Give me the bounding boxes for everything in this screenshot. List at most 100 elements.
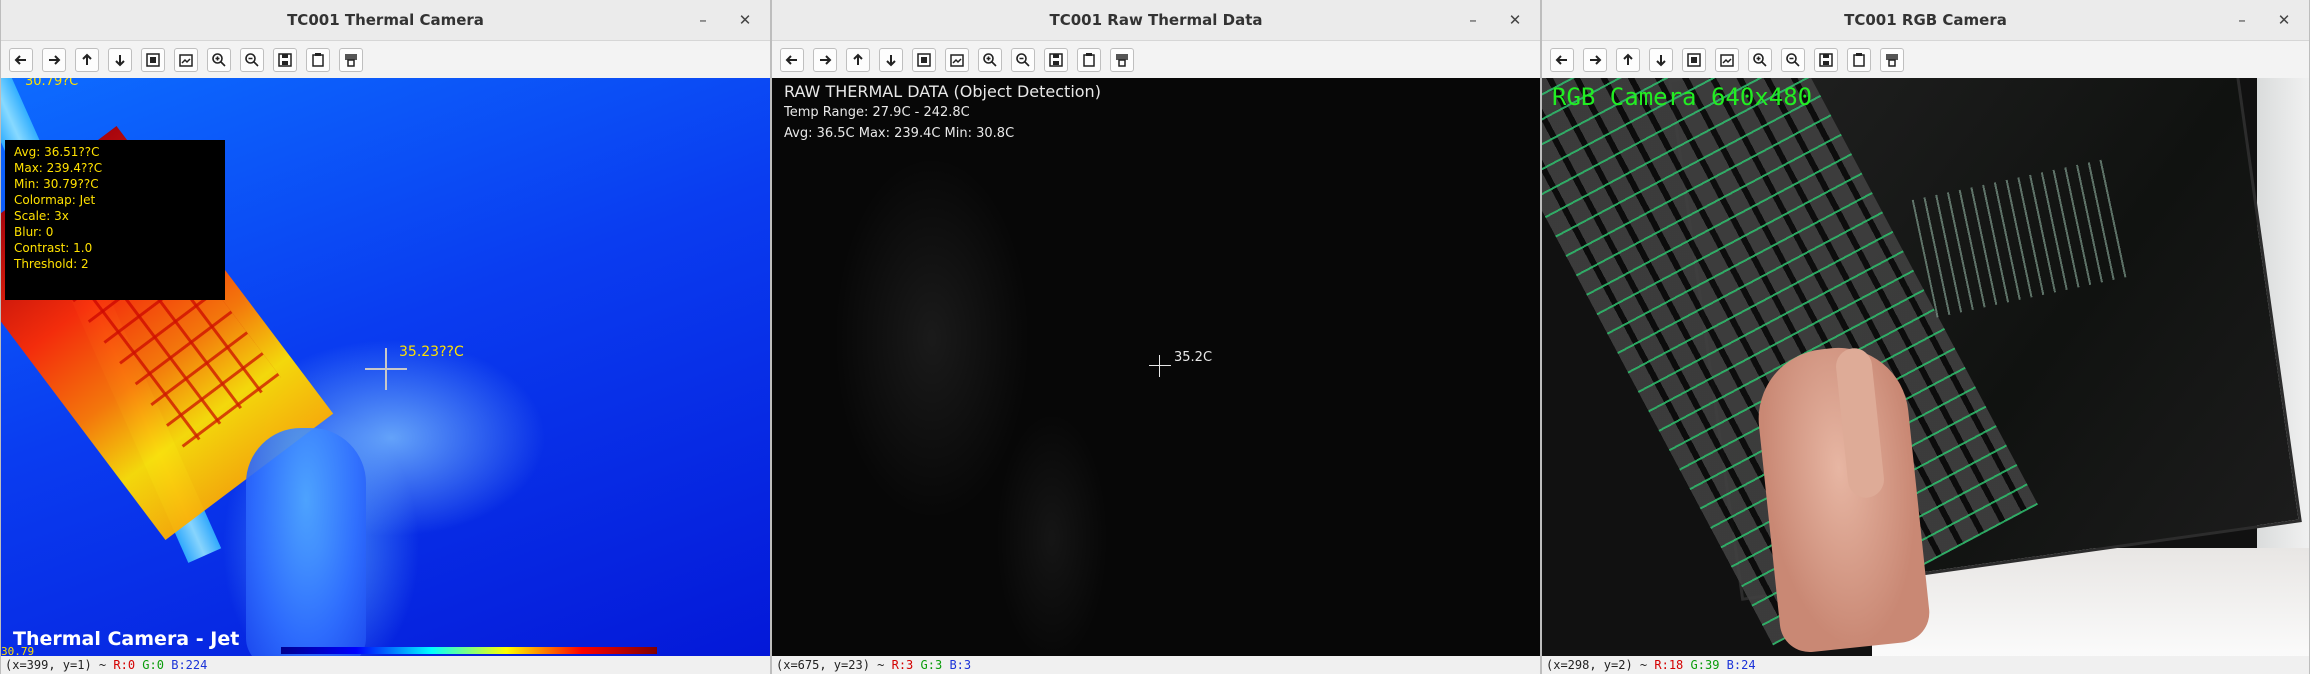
stat-colormap: Colormap: Jet — [14, 193, 96, 207]
zoom-fit-button[interactable] — [1682, 47, 1706, 72]
zoom-out-icon — [245, 52, 259, 67]
toolbar — [1542, 41, 2309, 78]
save-icon — [278, 52, 292, 67]
pan-down-button[interactable] — [108, 47, 132, 72]
copy-button[interactable] — [306, 47, 330, 72]
zoom-out-button[interactable] — [1781, 47, 1805, 72]
properties-icon — [345, 53, 357, 67]
zoom-out-icon — [1016, 52, 1030, 67]
raw-thermal-image-view[interactable]: RAW THERMAL DATA (Object Detection) Temp… — [772, 78, 1540, 656]
pan-left-button[interactable] — [780, 47, 804, 72]
status-green: G:39 — [1690, 658, 1720, 672]
zoom-original-button[interactable] — [1715, 47, 1739, 72]
zoom-in-icon — [1753, 52, 1767, 67]
status-red: R:3 — [891, 658, 914, 672]
status-coords: (x=675, y=23) ~ — [776, 658, 892, 672]
toolbar — [772, 41, 1540, 78]
stat-scale: Scale: 3x — [14, 209, 69, 223]
status-blue: B:3 — [949, 658, 972, 672]
colormap-bar — [281, 647, 657, 654]
thermal-camera-window: TC001 Thermal Camera – ✕ 30.79?C Avg: 36… — [0, 0, 771, 674]
save-button[interactable] — [1044, 47, 1068, 72]
copy-button[interactable] — [1077, 47, 1101, 72]
image-settings-icon — [950, 53, 964, 67]
image-icon — [1687, 52, 1701, 67]
properties-icon — [1886, 53, 1898, 67]
save-button[interactable] — [1814, 47, 1838, 72]
rgb-camera-window: TC001 RGB Camera – ✕ RGB Camera 640x480 … — [1541, 0, 2310, 674]
status-green: G:3 — [920, 658, 943, 672]
titlebar[interactable]: TC001 RGB Camera – ✕ — [1542, 0, 2309, 41]
arrow-left-icon — [785, 54, 797, 65]
status-bar: (x=298, y=2) ~ R:18 G:39 B:24 — [1542, 656, 2309, 674]
top-overlay-text: 30.79?C — [25, 78, 79, 89]
arrow-up-icon — [1623, 53, 1633, 65]
arrow-right-icon — [1590, 54, 1602, 65]
minimize-button[interactable]: – — [692, 9, 714, 31]
thermal-hand — [246, 428, 366, 656]
rgb-camera-label: RGB Camera 640x480 — [1552, 83, 1813, 111]
thermal-camera-label: Thermal Camera - Jet — [13, 628, 240, 650]
zoom-out-button[interactable] — [1011, 47, 1035, 72]
zoom-out-button[interactable] — [240, 47, 264, 72]
status-red: R:0 — [113, 658, 136, 672]
properties-button[interactable] — [339, 47, 363, 72]
raw-thermal-window: TC001 Raw Thermal Data – ✕ RAW THERMAL D… — [771, 0, 1541, 674]
zoom-original-button[interactable] — [174, 47, 198, 72]
window-controls: – ✕ — [2231, 9, 2295, 31]
minimize-button[interactable]: – — [2231, 9, 2253, 31]
close-button[interactable]: ✕ — [734, 9, 756, 31]
zoom-fit-button[interactable] — [141, 47, 165, 72]
status-green: G:0 — [142, 658, 164, 672]
pan-left-button[interactable] — [1550, 47, 1574, 72]
arrow-right-icon — [49, 54, 61, 65]
image-settings-icon — [1720, 53, 1734, 67]
pan-up-button[interactable] — [846, 47, 870, 72]
stat-blur: Blur: 0 — [14, 225, 54, 239]
pan-down-button[interactable] — [879, 47, 903, 72]
properties-icon — [1116, 53, 1128, 67]
zoom-in-button[interactable] — [978, 47, 1002, 72]
image-settings-icon — [179, 53, 193, 67]
zoom-in-icon — [983, 52, 997, 67]
titlebar[interactable]: TC001 Raw Thermal Data – ✕ — [772, 0, 1540, 41]
status-bar: (x=399, y=1) ~ R:0 G:0 B:224 — [1, 656, 770, 674]
pan-right-button[interactable] — [42, 47, 66, 72]
rgb-image-view[interactable]: RGB Camera 640x480 — [1542, 78, 2309, 656]
arrow-down-icon — [1656, 54, 1666, 66]
properties-button[interactable] — [1880, 47, 1904, 72]
pan-right-button[interactable] — [1583, 47, 1607, 72]
copy-icon — [312, 52, 324, 67]
pan-left-button[interactable] — [9, 47, 33, 72]
status-blue: B:224 — [171, 658, 208, 672]
properties-button[interactable] — [1110, 47, 1134, 72]
arrow-left-icon — [1555, 54, 1567, 65]
close-button[interactable]: ✕ — [1504, 9, 1526, 31]
image-icon — [146, 52, 160, 67]
pan-right-button[interactable] — [813, 47, 837, 72]
minimize-button[interactable]: – — [1462, 9, 1484, 31]
stat-avg: Avg: 36.51??C — [14, 145, 100, 159]
copy-button[interactable] — [1847, 47, 1871, 72]
pan-up-button[interactable] — [1616, 47, 1640, 72]
status-coords: (x=298, y=2) ~ — [1546, 658, 1655, 672]
desktop: TC001 Thermal Camera – ✕ 30.79?C Avg: 36… — [0, 0, 2310, 674]
pan-up-button[interactable] — [75, 47, 99, 72]
titlebar[interactable]: TC001 Thermal Camera – ✕ — [1, 0, 770, 41]
save-icon — [1049, 52, 1063, 67]
window-title: TC001 Raw Thermal Data — [1049, 11, 1263, 29]
zoom-in-button[interactable] — [207, 47, 231, 72]
raw-crosshair-value: 35.2C — [1174, 350, 1213, 365]
save-button[interactable] — [273, 47, 297, 72]
raw-data-title: RAW THERMAL DATA (Object Detection) — [784, 82, 1101, 101]
zoom-in-button[interactable] — [1748, 47, 1772, 72]
close-button[interactable]: ✕ — [2273, 9, 2295, 31]
zoom-original-button[interactable] — [945, 47, 969, 72]
thermal-image-view[interactable]: 30.79?C Avg: 36.51??C Max: 239.4??C Min:… — [1, 78, 770, 656]
pan-down-button[interactable] — [1649, 47, 1673, 72]
window-title: TC001 RGB Camera — [1844, 11, 2007, 29]
window-controls: – ✕ — [692, 9, 756, 31]
raw-temp-range: Temp Range: 27.9C - 242.8C — [784, 105, 970, 120]
image-icon — [917, 52, 931, 67]
zoom-fit-button[interactable] — [912, 47, 936, 72]
